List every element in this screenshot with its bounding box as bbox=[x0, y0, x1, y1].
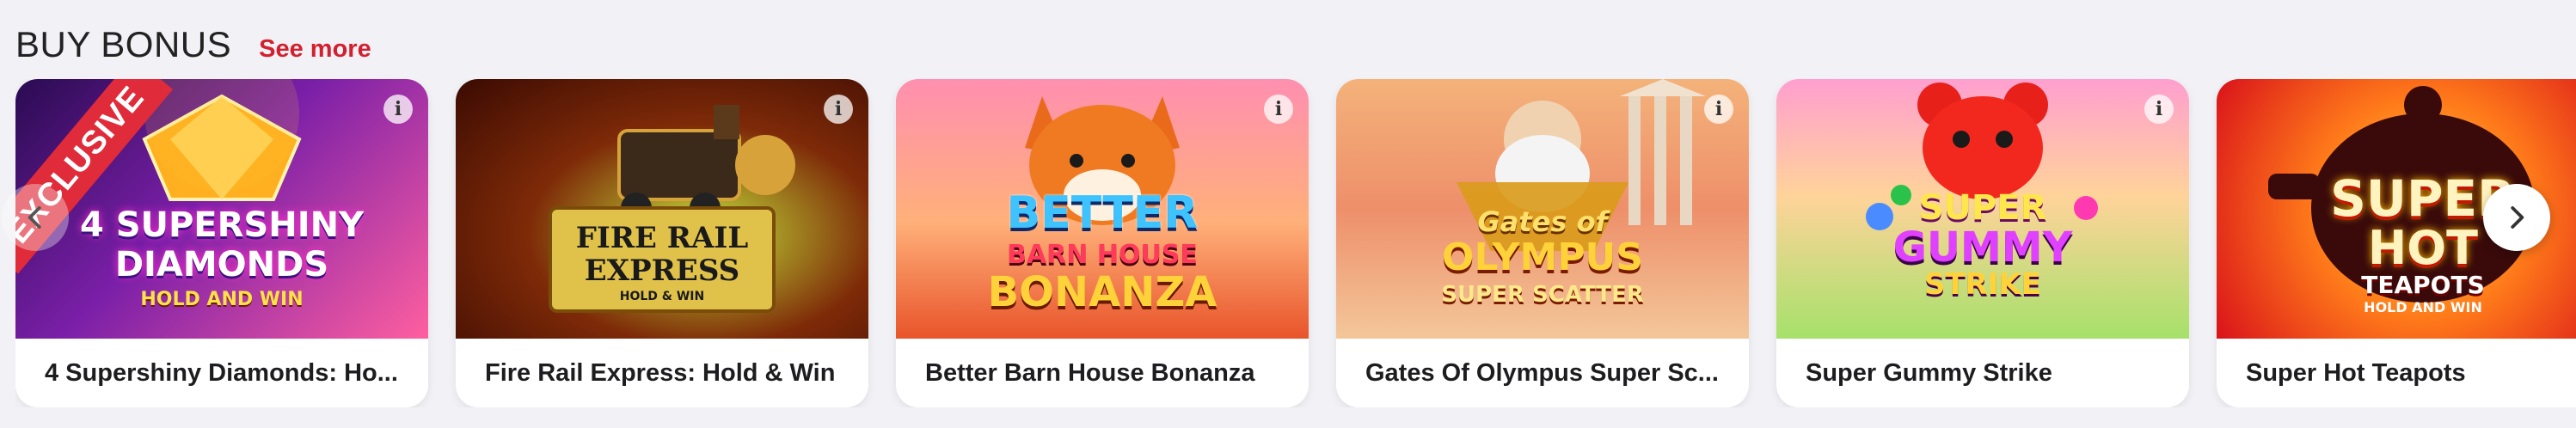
game-logo-line: TEAPOTS bbox=[2361, 271, 2485, 299]
game-card[interactable]: EXCLUSIVE 4 SUPERSHINY DIAMONDS HOLD AND… bbox=[15, 79, 428, 407]
info-icon[interactable]: i bbox=[1264, 95, 1293, 124]
info-icon[interactable]: i bbox=[2144, 95, 2174, 124]
game-title: 4 Supershiny Diamonds: Ho... bbox=[45, 358, 398, 387]
game-logo-tagline: SUPER SCATTER bbox=[1441, 282, 1644, 308]
game-logo-line: FIRE RAIL bbox=[575, 221, 749, 255]
carousel-next-button[interactable] bbox=[2483, 184, 2550, 251]
game-thumbnail: FIRE RAIL EXPRESS HOLD & WIN i bbox=[456, 79, 868, 339]
game-logo-line: BETTER bbox=[1006, 187, 1199, 239]
game-card[interactable]: FIRE RAIL EXPRESS HOLD & WIN i Fire Rail… bbox=[456, 79, 868, 407]
game-thumbnail: EXCLUSIVE 4 SUPERSHINY DIAMONDS HOLD AND… bbox=[15, 79, 428, 339]
info-icon[interactable]: i bbox=[383, 95, 413, 124]
chevron-left-icon bbox=[28, 206, 41, 229]
game-thumbnail: BETTER BARN HOUSE BONANZA i bbox=[896, 79, 1309, 339]
game-logo-line: BARN HOUSE bbox=[1007, 240, 1198, 270]
game-thumbnail: Gates of OLYMPUS SUPER SCATTER i bbox=[1336, 79, 1749, 339]
game-logo-tagline: HOLD AND WIN bbox=[140, 289, 304, 310]
game-carousel: EXCLUSIVE 4 SUPERSHINY DIAMONDS HOLD AND… bbox=[15, 79, 2576, 407]
game-title: Super Gummy Strike bbox=[1806, 358, 2052, 387]
game-logo-line: DIAMONDS bbox=[114, 245, 329, 284]
game-thumbnail: SUPER GUMMY STRIKE i bbox=[1776, 79, 2189, 339]
game-title: Gates Of Olympus Super Sc... bbox=[1365, 358, 1719, 387]
game-logo-line: STRIKE bbox=[1923, 267, 2042, 302]
info-icon[interactable]: i bbox=[824, 95, 853, 124]
game-logo-line: SUPER bbox=[1918, 188, 2047, 228]
see-more-link[interactable]: See more bbox=[259, 35, 371, 64]
game-logo-tagline: HOLD & WIN bbox=[619, 290, 705, 303]
section-title: BUY BONUS bbox=[15, 24, 232, 64]
carousel-prev-button[interactable] bbox=[2, 184, 69, 251]
game-card[interactable]: Gates of OLYMPUS SUPER SCATTER i Gates O… bbox=[1336, 79, 1749, 407]
section-header: BUY BONUS See more bbox=[15, 24, 371, 65]
info-icon[interactable]: i bbox=[1704, 95, 1733, 124]
game-logo-line: Gates of bbox=[1477, 205, 1608, 238]
game-logo-line: GUMMY bbox=[1892, 223, 2073, 272]
game-logo-line: 4 SUPERSHINY bbox=[79, 205, 365, 245]
game-title: Fire Rail Express: Hold & Win bbox=[485, 358, 836, 387]
game-logo-tagline: HOLD AND WIN bbox=[2364, 299, 2482, 315]
game-logo-line: EXPRESS bbox=[584, 254, 740, 288]
chevron-right-icon bbox=[2511, 206, 2524, 229]
game-title: Super Hot Teapots bbox=[2246, 358, 2466, 387]
game-card[interactable]: SUPER GUMMY STRIKE i Super Gummy Strike bbox=[1776, 79, 2189, 407]
game-logo-line: BONANZA bbox=[987, 268, 1217, 316]
game-logo-line: OLYMPUS bbox=[1442, 235, 1643, 279]
game-title: Better Barn House Bonanza bbox=[925, 358, 1255, 387]
game-card[interactable]: BETTER BARN HOUSE BONANZA i Better Barn … bbox=[896, 79, 1309, 407]
